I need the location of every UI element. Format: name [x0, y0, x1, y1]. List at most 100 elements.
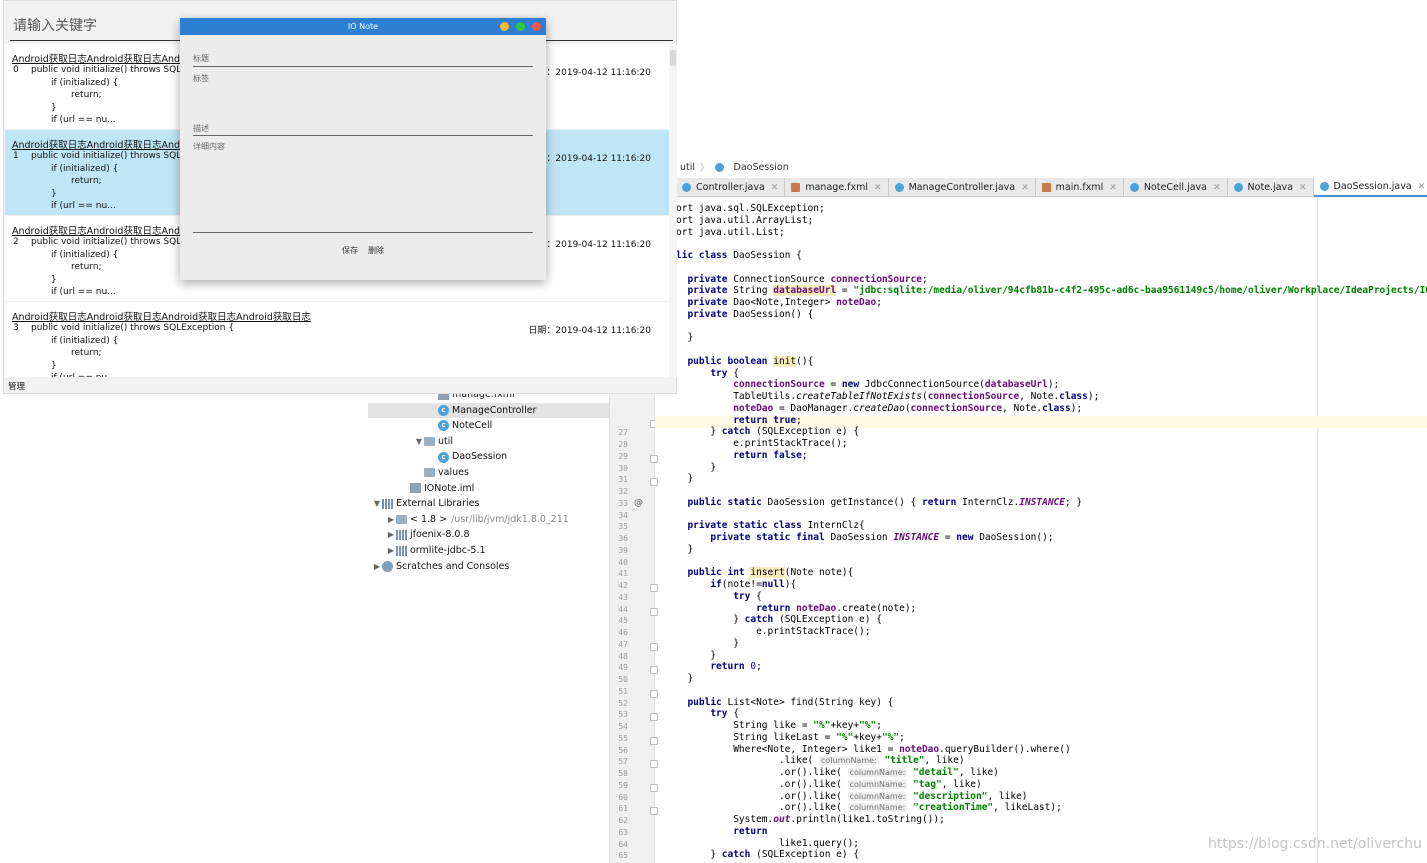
fold-icon[interactable]	[650, 783, 658, 792]
tree-item[interactable]: c DaoSession	[368, 449, 507, 465]
note-preview-line: if (url == nu...	[51, 201, 116, 211]
close-tab-icon[interactable]: ✕	[1109, 183, 1117, 193]
fold-icon[interactable]	[650, 642, 658, 651]
delete-button[interactable]: 删除	[368, 245, 384, 256]
note-preview-line: if (url == nu...	[51, 115, 116, 125]
code-line: return	[733, 825, 768, 837]
fold-icon[interactable]	[650, 478, 658, 487]
close-tab-icon[interactable]: ✕	[1418, 182, 1426, 192]
code-line: .or().like( columnName: "creationTime", …	[676, 802, 1062, 814]
tree-item[interactable]: ▶ ormlite-jdbc-5.1	[368, 543, 486, 559]
code-line: String likeLast = "%"+key+"%";	[676, 731, 905, 743]
note-index: 1	[13, 151, 19, 161]
tree-item-label: ormlite-jdbc-5.1	[410, 545, 486, 556]
tree-item[interactable]: ▶ Scratches and Consoles	[368, 559, 509, 575]
note-preview-line: if (initialized) {	[51, 78, 119, 88]
list-scrollbar[interactable]	[669, 44, 677, 377]
tree-item[interactable]: IONote.iml	[368, 481, 474, 497]
line-number: 31	[618, 475, 628, 485]
line-number: 34	[618, 510, 628, 520]
fold-icon[interactable]	[650, 666, 658, 675]
maximize-icon[interactable]	[516, 22, 525, 31]
tree-item[interactable]: ▶ jfoenix-8.0.8	[368, 527, 470, 543]
description-field[interactable]	[193, 135, 533, 136]
tree-item[interactable]: ▼ External Libraries	[368, 496, 480, 512]
line-number: 63	[618, 827, 628, 837]
fold-icon[interactable]	[650, 607, 658, 616]
breadcrumb-item[interactable]: util	[680, 162, 695, 173]
tab-label: Note.java	[1247, 182, 1293, 193]
close-tab-icon[interactable]: ✕	[771, 183, 779, 193]
fold-icon[interactable]	[650, 713, 658, 722]
note-title[interactable]: Android获取日志Android获取日志Android获取日志Android…	[12, 309, 311, 323]
tree-item-label: ManageController	[452, 404, 537, 416]
manage-label[interactable]: 管理	[8, 380, 25, 392]
editor-tab[interactable]: manage.fxml ✕	[785, 178, 889, 197]
note-preview-line: if (url == nu...	[51, 287, 116, 297]
title-field-label: 标题	[193, 54, 209, 63]
note-preview-line: return;	[71, 348, 102, 358]
fold-icon[interactable]	[650, 689, 658, 698]
close-tab-icon[interactable]: ✕	[1299, 183, 1307, 193]
fold-icon[interactable]	[650, 584, 658, 592]
line-number: 59	[618, 780, 628, 790]
close-tab-icon[interactable]: ✕	[1021, 183, 1029, 193]
override-marker-icon[interactable]: @	[634, 498, 643, 508]
code-line: String like = "%"+key+"%";	[676, 720, 882, 731]
editor-tab[interactable]: DaoSession.java ✕	[1313, 178, 1427, 197]
expand-arrow-icon[interactable]: ▶	[386, 512, 396, 528]
lib-icon	[396, 545, 407, 556]
minimize-icon[interactable]	[500, 22, 509, 31]
note-index: 0	[13, 65, 19, 75]
tree-item[interactable]: ▼ util	[368, 434, 453, 450]
line-number: 58	[618, 769, 628, 778]
lib-icon	[382, 498, 393, 509]
note-index: 3	[13, 323, 19, 333]
save-button[interactable]: 保存	[342, 245, 358, 256]
editor-tab[interactable]: Note.java ✕	[1228, 178, 1314, 197]
expand-arrow-icon[interactable]: ▶	[386, 527, 396, 543]
breadcrumb-item[interactable]: DaoSession	[734, 162, 789, 173]
tree-item[interactable]: c NoteCell	[368, 418, 492, 434]
code-line: private String databaseUrl = "jdbc:sqlit…	[687, 285, 1427, 297]
expand-arrow-icon[interactable]: ▼	[414, 434, 424, 450]
tree-item-label: IONote.iml	[424, 482, 475, 494]
close-tab-icon[interactable]: ✕	[1213, 183, 1221, 193]
editor-tab[interactable]: NoteCell.java ✕	[1124, 178, 1228, 197]
close-icon[interactable]	[532, 22, 541, 31]
desktop: util 〉 DaoSession Controller.java ✕ manage…	[0, 0, 1427, 863]
code-line: try {	[733, 590, 762, 602]
fold-icon[interactable]	[650, 760, 658, 769]
fold-icon[interactable]	[650, 454, 658, 463]
scrollbar-thumb[interactable]	[670, 50, 676, 66]
tree-item[interactable]: c ManageController	[368, 402, 609, 419]
tree-item[interactable]: values	[368, 465, 469, 481]
fold-icon[interactable]	[650, 736, 658, 745]
note-preview-line: }	[51, 275, 57, 285]
note-list-item[interactable]: Android获取日志Android获取日志Android获取日志Android…	[5, 302, 669, 377]
expand-arrow-icon[interactable]: ▼	[372, 496, 382, 512]
dialog-titlebar[interactable]: IO Note	[180, 18, 546, 35]
editor-tab[interactable]: ManageController.java ✕	[889, 178, 1036, 197]
description-field-label: 描述	[193, 124, 209, 133]
line-number: 60	[618, 792, 628, 802]
code-line: }	[676, 543, 694, 555]
code-line: TableUtils.createTableIfNotExists(connec…	[676, 391, 1100, 402]
editor-tab[interactable]: Controller.java ✕	[676, 178, 786, 197]
tree-item[interactable]: ▶ < 1.8 >/usr/lib/jvm/jdk1.8.0_211	[368, 512, 569, 528]
title-field[interactable]	[193, 66, 533, 67]
tree-item-label: Scratches and Consoles	[396, 560, 510, 572]
line-number: 42	[618, 581, 628, 590]
detail-field[interactable]	[193, 232, 533, 233]
expand-arrow-icon[interactable]: ▶	[386, 543, 396, 559]
note-date: 日期：2019-04-12 11:16:20	[528, 154, 651, 164]
close-tab-icon[interactable]: ✕	[874, 183, 882, 193]
tag-field-label[interactable]: 标签	[193, 73, 209, 84]
class-icon	[1233, 183, 1243, 192]
expand-arrow-icon[interactable]: ▶	[372, 559, 382, 575]
fold-icon[interactable]	[650, 807, 658, 816]
line-number: 36	[618, 534, 628, 543]
code-line: .or().like( columnName: "tag", like)	[676, 778, 982, 790]
line-number: 40	[618, 557, 628, 567]
editor-tab[interactable]: main.fxml ✕	[1036, 178, 1124, 197]
